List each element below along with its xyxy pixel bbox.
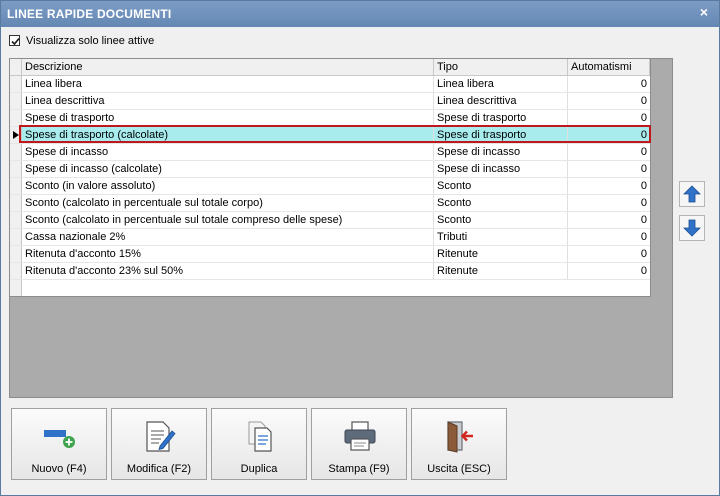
duplicate-button[interactable]: Duplica xyxy=(211,408,307,480)
edit-button-label: Modifica (F2) xyxy=(126,463,192,475)
table-row[interactable]: Spese di trasporto Spese di trasporto 0 xyxy=(10,110,650,127)
row-indicator[interactable] xyxy=(10,76,22,92)
cell-tipo[interactable]: Linea libera xyxy=(434,76,568,92)
cell-tipo[interactable]: Spese di trasporto xyxy=(434,127,568,143)
table-row[interactable]: Sconto (in valore assoluto) Sconto 0 xyxy=(10,178,650,195)
edit-document-icon xyxy=(146,421,176,452)
active-lines-label: Visualizza solo linee attive xyxy=(26,35,155,47)
duplicate-icon xyxy=(248,421,272,452)
row-indicator xyxy=(10,280,22,296)
cell-automatismi[interactable]: 0 xyxy=(568,229,650,245)
cell-automatismi[interactable]: 0 xyxy=(568,178,650,194)
table-row[interactable]: Sconto (calcolato in percentuale sul tot… xyxy=(10,195,650,212)
cell-automatismi[interactable]: 0 xyxy=(568,93,650,109)
new-button-label: Nuovo (F4) xyxy=(31,463,87,475)
title-bar[interactable]: LINEE RAPIDE DOCUMENTI × xyxy=(1,1,719,27)
cell-tipo[interactable]: Linea descrittiva xyxy=(434,93,568,109)
header-automatismi[interactable]: Automatismi xyxy=(568,59,650,75)
table-row[interactable]: Sconto (calcolato in percentuale sul tot… xyxy=(10,212,650,229)
row-indicator[interactable] xyxy=(10,263,22,279)
exit-button[interactable]: Uscita (ESC) xyxy=(411,408,507,480)
printer-icon xyxy=(344,421,376,451)
cell-automatismi[interactable]: 0 xyxy=(568,246,650,262)
cell-tipo[interactable]: Ritenute xyxy=(434,246,568,262)
cell-descrizione[interactable]: Sconto (calcolato in percentuale sul tot… xyxy=(22,195,434,211)
row-indicator[interactable] xyxy=(10,229,22,245)
cell-tipo[interactable]: Spese di trasporto xyxy=(434,110,568,126)
row-indicator[interactable] xyxy=(10,212,22,228)
cell-descrizione[interactable]: Spese di incasso xyxy=(22,144,434,160)
header-tipo[interactable]: Tipo xyxy=(434,59,568,75)
checkmark-icon xyxy=(11,37,20,46)
move-down-button[interactable] xyxy=(679,215,705,241)
row-indicator[interactable] xyxy=(10,161,22,177)
new-button[interactable]: Nuovo (F4) xyxy=(11,408,107,480)
table-row[interactable]: Linea libera Linea libera 0 xyxy=(10,76,650,93)
cell-automatismi[interactable]: 0 xyxy=(568,110,650,126)
cell-descrizione[interactable]: Linea libera xyxy=(22,76,434,92)
row-indicator[interactable] xyxy=(10,246,22,262)
current-row-arrow-icon xyxy=(13,131,19,139)
arrow-down-icon xyxy=(683,219,701,237)
table-row[interactable]: Ritenuta d'acconto 23% sul 50% Ritenute 0 xyxy=(10,263,650,280)
row-indicator[interactable] xyxy=(10,93,22,109)
grid-header: Descrizione Tipo Automatismi xyxy=(10,59,650,76)
table-row[interactable]: Ritenuta d'acconto 15% Ritenute 0 xyxy=(10,246,650,263)
cell-descrizione[interactable]: Cassa nazionale 2% xyxy=(22,229,434,245)
row-indicator[interactable] xyxy=(10,127,22,143)
cell-automatismi[interactable]: 0 xyxy=(568,127,650,143)
cell-tipo[interactable]: Sconto xyxy=(434,212,568,228)
print-button-label: Stampa (F9) xyxy=(328,463,390,475)
table-row-selected[interactable]: Spese di trasporto (calcolate) Spese di t… xyxy=(10,125,651,144)
cell-automatismi[interactable]: 0 xyxy=(568,144,650,160)
active-lines-checkbox[interactable] xyxy=(9,35,20,46)
cell-automatismi[interactable]: 0 xyxy=(568,161,650,177)
cell-tipo[interactable]: Sconto xyxy=(434,195,568,211)
close-icon[interactable]: × xyxy=(697,5,711,19)
table-row[interactable]: Spese di incasso Spese di incasso 0 xyxy=(10,144,650,161)
table-row[interactable]: Cassa nazionale 2% Tributi 0 xyxy=(10,229,650,246)
cell-tipo[interactable]: Ritenute xyxy=(434,263,568,279)
print-button[interactable]: Stampa (F9) xyxy=(311,408,407,480)
cell-automatismi[interactable]: 0 xyxy=(568,263,650,279)
cell-descrizione[interactable]: Ritenuta d'acconto 15% xyxy=(22,246,434,262)
exit-door-icon xyxy=(447,421,473,453)
add-line-icon xyxy=(44,430,75,448)
cell-automatismi[interactable]: 0 xyxy=(568,76,650,92)
empty-row xyxy=(10,280,650,296)
lines-grid-area: Descrizione Tipo Automatismi Linea liber… xyxy=(9,58,673,398)
cell-automatismi[interactable]: 0 xyxy=(568,212,650,228)
cell-tipo[interactable]: Spese di incasso xyxy=(434,161,568,177)
cell-descrizione[interactable]: Spese di trasporto (calcolate) xyxy=(22,127,434,143)
header-indicator xyxy=(10,59,22,75)
table-row[interactable]: Spese di incasso (calcolate) Spese di inc… xyxy=(10,161,650,178)
header-descrizione[interactable]: Descrizione xyxy=(22,59,434,75)
cell-tipo[interactable]: Spese di incasso xyxy=(434,144,568,160)
move-up-button[interactable] xyxy=(679,181,705,207)
cell-descrizione[interactable]: Spese di incasso (calcolate) xyxy=(22,161,434,177)
cell-descrizione[interactable]: Ritenuta d'acconto 23% sul 50% xyxy=(22,263,434,279)
cell-tipo[interactable]: Sconto xyxy=(434,178,568,194)
table-row[interactable]: Linea descrittiva Linea descrittiva 0 xyxy=(10,93,650,110)
window-title: LINEE RAPIDE DOCUMENTI xyxy=(7,7,172,21)
exit-button-label: Uscita (ESC) xyxy=(427,463,491,475)
cell-descrizione[interactable]: Sconto (calcolato in percentuale sul tot… xyxy=(22,212,434,228)
cell-descrizione[interactable]: Sconto (in valore assoluto) xyxy=(22,178,434,194)
cell-descrizione[interactable]: Linea descrittiva xyxy=(22,93,434,109)
arrow-up-icon xyxy=(683,185,701,203)
row-indicator[interactable] xyxy=(10,144,22,160)
row-indicator[interactable] xyxy=(10,195,22,211)
dialog-window: LINEE RAPIDE DOCUMENTI × Visualizza solo… xyxy=(0,0,720,496)
lines-grid: Descrizione Tipo Automatismi Linea liber… xyxy=(10,59,651,297)
cell-descrizione[interactable]: Spese di trasporto xyxy=(22,110,434,126)
edit-button[interactable]: Modifica (F2) xyxy=(111,408,207,480)
duplicate-button-label: Duplica xyxy=(240,463,278,475)
row-indicator[interactable] xyxy=(10,110,22,126)
row-indicator[interactable] xyxy=(10,178,22,194)
cell-tipo[interactable]: Tributi xyxy=(434,229,568,245)
cell-automatismi[interactable]: 0 xyxy=(568,195,650,211)
